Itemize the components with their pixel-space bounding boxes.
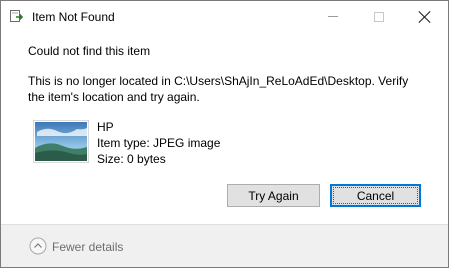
focus-ring (333, 187, 418, 204)
fewer-details-toggle[interactable]: Fewer details (52, 239, 123, 255)
close-icon (419, 11, 431, 23)
maximize-icon (374, 11, 384, 22)
minimize-button[interactable] (310, 1, 356, 32)
dialog-message: This is no longer located in C:\Users\Sh… (28, 74, 409, 104)
window-title: Item Not Found (32, 10, 115, 24)
dialog-footer: Fewer details (1, 224, 448, 267)
close-button[interactable] (402, 1, 448, 32)
file-type: Item type: JPEG image (97, 136, 221, 150)
landscape-image-icon (32, 119, 90, 164)
maximize-button[interactable] (356, 1, 402, 32)
minimize-icon (328, 16, 338, 17)
dialog-heading: Could not find this item (28, 44, 151, 58)
cancel-button[interactable]: Cancel (330, 184, 421, 207)
chevron-up-circle-icon[interactable] (29, 237, 47, 255)
title-bar[interactable]: Item Not Found (1, 1, 448, 32)
try-again-button[interactable]: Try Again (227, 184, 320, 207)
file-move-icon (10, 10, 24, 23)
file-size: Size: 0 bytes (97, 152, 166, 166)
item-not-found-dialog: Item Not Found Could not find this item … (0, 0, 449, 268)
file-name: HP (97, 120, 114, 134)
